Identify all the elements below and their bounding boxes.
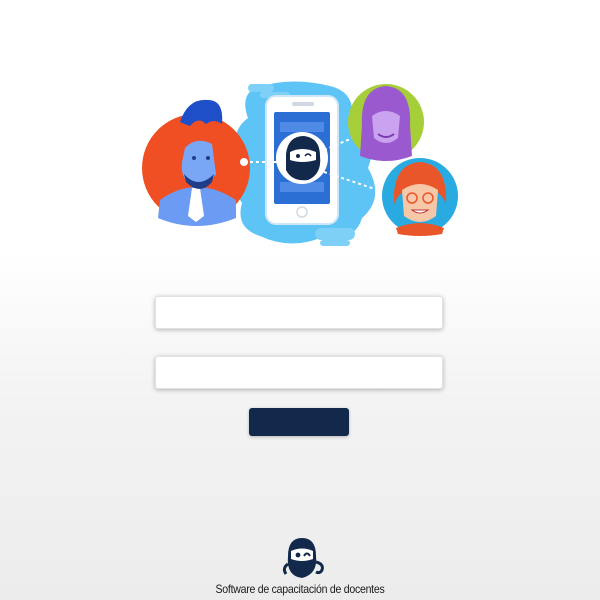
girl-avatar [382, 158, 458, 236]
login-button[interactable] [249, 408, 349, 436]
ninja-bot-logo-icon [282, 538, 324, 578]
splash-bar [248, 84, 274, 92]
username-input[interactable] [155, 296, 443, 329]
man-avatar [142, 99, 250, 226]
hero-illustration [140, 78, 460, 248]
splash-bar [315, 228, 355, 240]
phone-icon [265, 95, 339, 225]
password-input[interactable] [155, 356, 443, 389]
footer-tagline: Software de capacitación de docentes [215, 582, 385, 596]
splash-bar [320, 240, 350, 246]
footer: Software de capacitación de docentes [0, 534, 600, 600]
